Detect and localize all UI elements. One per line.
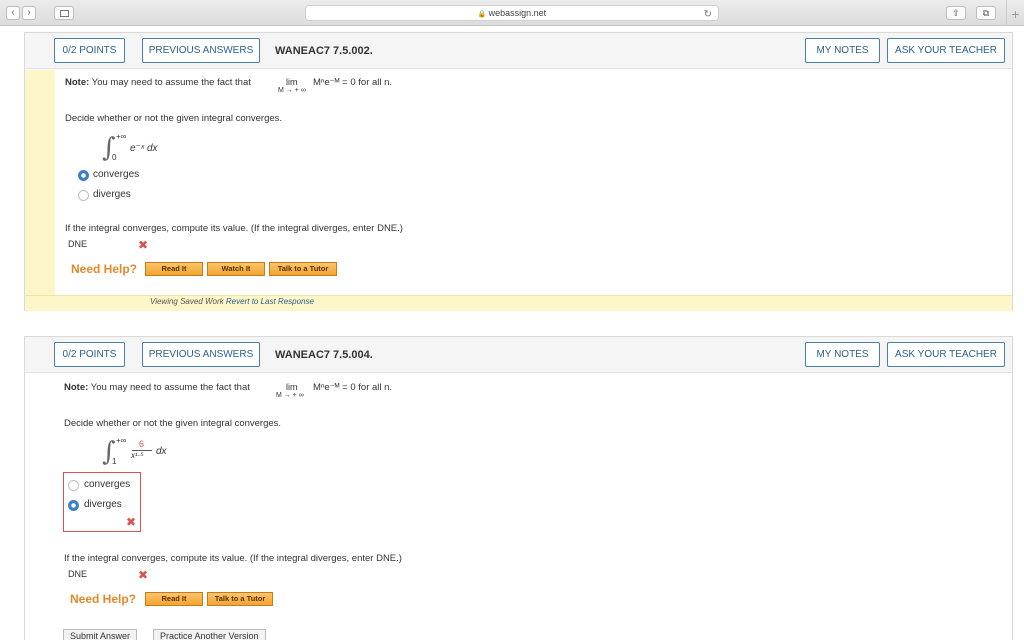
limit-expression: Mⁿe⁻ᴹ = 0 for all n.	[313, 77, 393, 88]
incorrect-icon: ✖	[138, 238, 149, 252]
saved-work-notice: Viewing Saved Work Revert to Last Respon…	[150, 297, 314, 306]
note-text: Note: You may need to assume the fact th…	[64, 382, 250, 393]
sidebar-toggle-icon[interactable]	[54, 6, 74, 20]
share-icon[interactable]: ⇧	[946, 6, 966, 20]
option-diverges-label: diverges	[84, 499, 122, 510]
compute-text: If the integral converges, compute its v…	[64, 553, 402, 564]
forward-icon[interactable]: ›	[22, 6, 36, 20]
decide-text: Decide whether or not the given integral…	[65, 113, 283, 124]
back-icon[interactable]: ‹	[6, 6, 20, 20]
fraction-denominator: x¹·⁵	[131, 451, 144, 460]
option-converges-label: converges	[93, 169, 140, 180]
incorrect-icon: ✖	[126, 515, 137, 529]
limit-word: lim	[286, 382, 298, 392]
need-help-label: Need Help?	[71, 262, 138, 276]
points-button[interactable]: 0/2 POINTS	[54, 342, 125, 367]
integral-lower: 0	[112, 153, 117, 162]
my-notes-button[interactable]: MY NOTES	[805, 38, 880, 63]
reload-icon[interactable]: ↻	[704, 7, 712, 22]
answer-field[interactable]: DNE	[66, 567, 136, 581]
previous-answers-button[interactable]: PREVIOUS ANSWERS	[142, 342, 260, 367]
my-notes-button[interactable]: MY NOTES	[805, 342, 880, 367]
integral-upper: +∞	[116, 132, 127, 141]
watch-it-button[interactable]: Watch It	[207, 262, 265, 276]
limit-subscript: M → + ∞	[276, 392, 304, 399]
option-diverges-label: diverges	[93, 189, 131, 200]
submit-answer-button[interactable]: Submit Answer	[63, 629, 138, 640]
ask-teacher-button[interactable]: ASK YOUR TEACHER	[887, 38, 1005, 63]
limit-word: lim	[286, 77, 298, 87]
browser-toolbar: ‹ › 🔒 webassign.net ↻ ⇧ ⧉ +	[0, 0, 1024, 26]
decide-text: Decide whether or not the given integral…	[64, 418, 282, 429]
previous-answers-button[interactable]: PREVIOUS ANSWERS	[142, 38, 260, 63]
talk-to-tutor-button[interactable]: Talk to a Tutor	[269, 262, 337, 276]
radio-diverges[interactable]	[78, 190, 89, 201]
revert-link[interactable]: Revert to Last Response	[226, 297, 314, 306]
question-header: 0/2 POINTS PREVIOUS ANSWERS WANEAC7 7.5.…	[25, 33, 1012, 69]
practice-another-version-button[interactable]: Practice Another Version	[153, 629, 266, 640]
address-bar[interactable]: 🔒 webassign.net ↻	[305, 5, 719, 21]
read-it-button[interactable]: Read It	[145, 592, 203, 606]
integral-lower: 1	[112, 457, 117, 466]
read-it-button[interactable]: Read It	[145, 262, 203, 276]
dx-label: dx	[156, 446, 167, 457]
answer-field[interactable]: DNE	[66, 237, 136, 251]
radio-diverges[interactable]	[68, 500, 79, 511]
radio-converges[interactable]	[68, 480, 79, 491]
radio-converges[interactable]	[78, 170, 89, 181]
url-text: webassign.net	[488, 8, 547, 18]
tabs-overview-icon[interactable]: ⧉	[976, 6, 996, 20]
lock-icon: 🔒	[477, 11, 487, 18]
note-text: Note: You may need to assume the fact th…	[65, 77, 251, 88]
new-tab-icon[interactable]: +	[1006, 0, 1024, 26]
integrand: e⁻ˣ dx	[130, 143, 158, 154]
integral-upper: +∞	[116, 436, 127, 445]
points-button[interactable]: 0/2 POINTS	[54, 38, 125, 63]
limit-subscript: M → + ∞	[278, 87, 306, 94]
limit-expression: Mⁿe⁻ᴹ = 0 for all n.	[313, 382, 393, 393]
compute-text: If the integral converges, compute its v…	[65, 223, 403, 234]
saved-margin	[25, 70, 55, 311]
question-header: 0/2 POINTS PREVIOUS ANSWERS WANEAC7 7.5.…	[25, 337, 1012, 373]
option-converges-label: converges	[84, 479, 131, 490]
question-code: WANEAC7 7.5.002.	[275, 45, 373, 57]
talk-to-tutor-button[interactable]: Talk to a Tutor	[207, 592, 273, 606]
question-code: WANEAC7 7.5.004.	[275, 349, 373, 361]
need-help-label: Need Help?	[70, 592, 137, 606]
ask-teacher-button[interactable]: ASK YOUR TEACHER	[887, 342, 1005, 367]
incorrect-icon: ✖	[138, 568, 149, 582]
fraction-numerator: 6	[139, 439, 145, 449]
